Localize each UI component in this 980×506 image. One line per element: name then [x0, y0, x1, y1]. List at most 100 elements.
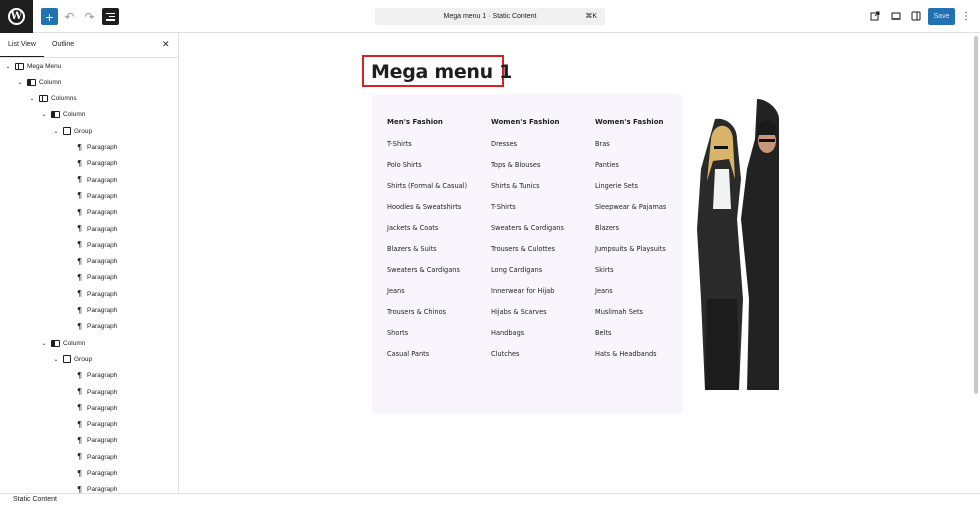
menu-link[interactable]: Muslimah Sets — [595, 307, 690, 318]
save-button[interactable]: Save — [928, 8, 955, 25]
tree-item-paragraph[interactable]: ¶ Paragraph — [0, 304, 178, 318]
tree-item-column[interactable]: ⌄ Column — [0, 75, 178, 89]
menu-link[interactable]: T-Shirts — [387, 139, 482, 150]
tree-item-paragraph[interactable]: ¶ Paragraph — [0, 401, 178, 415]
menu-link[interactable]: Sweaters & Cardigans — [387, 265, 482, 276]
menu-link[interactable]: Panties — [595, 160, 690, 171]
menu-link[interactable]: Polo Shirts — [387, 160, 482, 171]
tree-item-paragraph[interactable]: ¶ Paragraph — [0, 418, 178, 432]
chevron-down-icon[interactable]: ⌄ — [28, 95, 36, 102]
menu-link[interactable]: Skirts — [595, 265, 690, 276]
view-external-button[interactable] — [869, 10, 881, 22]
menu-link[interactable]: Blazers — [595, 223, 690, 234]
chevron-down-icon[interactable]: ⌄ — [52, 356, 60, 363]
tree-item-paragraph[interactable]: ¶ Paragraph — [0, 157, 178, 171]
tree-item-label: Column — [39, 78, 62, 86]
top-toolbar: W + ↶ ↷ Mega menu 1 · Static Content ⌘K … — [0, 0, 980, 33]
tree-item-paragraph[interactable]: ¶ Paragraph — [0, 222, 178, 236]
menu-link[interactable]: Jackets & Coats — [387, 223, 482, 234]
tree-item-paragraph[interactable]: ¶ Paragraph — [0, 369, 178, 383]
menu-link[interactable]: Jumpsuits & Playsuits — [595, 244, 690, 255]
menu-link[interactable]: Lingerie Sets — [595, 181, 690, 192]
more-vertical-icon: ⋮ — [961, 10, 971, 22]
tree-item-column[interactable]: ⌄ Column — [0, 108, 178, 122]
canvas-scrollbar[interactable] — [974, 36, 978, 394]
menu-link[interactable]: Sweaters & Cardigans — [491, 223, 586, 234]
paragraph-icon: ¶ — [76, 289, 83, 299]
undo-button[interactable]: ↶ — [61, 8, 78, 25]
menu-column: Women's Fashion Bras Panties Lingerie Sets S… — [595, 118, 690, 370]
menu-link[interactable]: Clutches — [491, 349, 586, 360]
paragraph-icon: ¶ — [76, 240, 83, 250]
options-menu-button[interactable]: ⋮ — [960, 10, 972, 22]
list-view-toggle[interactable] — [102, 8, 119, 25]
tab-list-view[interactable]: List View — [0, 41, 44, 57]
tree-item-paragraph[interactable]: ¶ Paragraph — [0, 467, 178, 481]
chevron-down-icon[interactable]: ⌄ — [40, 111, 48, 118]
menu-link[interactable]: Jeans — [387, 286, 482, 297]
tree-item-columns[interactable]: ⌄ Columns — [0, 92, 178, 106]
tree-item-label: Paragraph — [87, 421, 118, 429]
wordpress-logo[interactable]: W — [0, 0, 33, 33]
tab-outline[interactable]: Outline — [52, 41, 74, 48]
tree-item-paragraph[interactable]: ¶ Paragraph — [0, 287, 178, 301]
tree-item-label: Paragraph — [87, 176, 118, 184]
tree-item-paragraph[interactable]: ¶ Paragraph — [0, 450, 178, 464]
tree-item-group[interactable]: ⌄ Group — [0, 352, 178, 366]
chevron-down-icon[interactable]: ⌄ — [16, 79, 24, 86]
tree-item-paragraph[interactable]: ¶ Paragraph — [0, 173, 178, 187]
menu-link[interactable]: Innerwear for Hijab — [491, 286, 586, 297]
column-icon — [51, 339, 60, 347]
redo-button[interactable]: ↷ — [81, 8, 98, 25]
menu-link[interactable]: Dresses — [491, 139, 586, 150]
menu-link[interactable]: Long Cardigans — [491, 265, 586, 276]
menu-link[interactable]: Bras — [595, 139, 690, 150]
tree-item-paragraph[interactable]: ¶ Paragraph — [0, 385, 178, 399]
menu-link[interactable]: Shorts — [387, 328, 482, 339]
menu-link[interactable]: T-Shirts — [491, 202, 586, 213]
tree-item-paragraph[interactable]: ¶ Paragraph — [0, 238, 178, 252]
chevron-down-icon[interactable]: ⌄ — [40, 340, 48, 347]
menu-link[interactable]: Jeans — [595, 286, 690, 297]
tree-item-paragraph[interactable]: ¶ Paragraph — [0, 255, 178, 269]
tree-item-paragraph[interactable]: ¶ Paragraph — [0, 320, 178, 334]
paragraph-icon: ¶ — [76, 175, 83, 185]
device-preview-button[interactable] — [890, 10, 902, 22]
menu-link[interactable]: Hijabs & Scarves — [491, 307, 586, 318]
menu-column-heading[interactable]: Women's Fashion — [595, 118, 690, 139]
close-icon[interactable]: ✕ — [162, 39, 170, 50]
menu-link[interactable]: Trousers & Culottes — [491, 244, 586, 255]
tree-item-label: Paragraph — [87, 486, 118, 493]
menu-link[interactable]: Hoodies & Sweatshirts — [387, 202, 482, 213]
tree-item-column[interactable]: ⌄ Column — [0, 336, 178, 350]
menu-link[interactable]: Casual Pants — [387, 349, 482, 360]
add-block-button[interactable]: + — [41, 8, 58, 25]
menu-link[interactable]: Sleepwear & Pajamas — [595, 202, 690, 213]
chevron-down-icon[interactable]: ⌄ — [4, 63, 12, 70]
column-icon — [51, 111, 60, 119]
page-title[interactable]: Mega menu 1 — [371, 61, 512, 83]
tree-item-paragraph[interactable]: ¶ Paragraph — [0, 206, 178, 220]
menu-column-heading[interactable]: Men's Fashion — [387, 118, 482, 139]
paragraph-icon: ¶ — [76, 419, 83, 429]
menu-link[interactable]: Tops & Blouses — [491, 160, 586, 171]
chevron-down-icon[interactable]: ⌄ — [52, 128, 60, 135]
menu-column-heading[interactable]: Women's Fashion — [491, 118, 586, 139]
menu-link[interactable]: Blazers & Suits — [387, 244, 482, 255]
tree-item-paragraph[interactable]: ¶ Paragraph — [0, 189, 178, 203]
tree-item-paragraph[interactable]: ¶ Paragraph — [0, 141, 178, 155]
breadcrumb[interactable]: Static Content — [13, 496, 57, 503]
menu-link[interactable]: Belts — [595, 328, 690, 339]
tree-item-paragraph[interactable]: ¶ Paragraph — [0, 434, 178, 448]
menu-link[interactable]: Handbags — [491, 328, 586, 339]
command-palette-button[interactable]: Mega menu 1 · Static Content ⌘K — [375, 8, 605, 25]
tree-item-mega menu[interactable]: ⌄ Mega Menu — [0, 59, 178, 73]
tree-item-paragraph[interactable]: ¶ Paragraph — [0, 483, 178, 493]
menu-link[interactable]: Trousers & Chinos — [387, 307, 482, 318]
menu-link[interactable]: Shirts & Tunics — [491, 181, 586, 192]
tree-item-group[interactable]: ⌄ Group — [0, 124, 178, 138]
menu-link[interactable]: Shirts (Formal & Casual) — [387, 181, 482, 192]
menu-link[interactable]: Hats & Headbands — [595, 349, 690, 360]
settings-sidebar-toggle[interactable] — [910, 10, 922, 22]
tree-item-paragraph[interactable]: ¶ Paragraph — [0, 271, 178, 285]
